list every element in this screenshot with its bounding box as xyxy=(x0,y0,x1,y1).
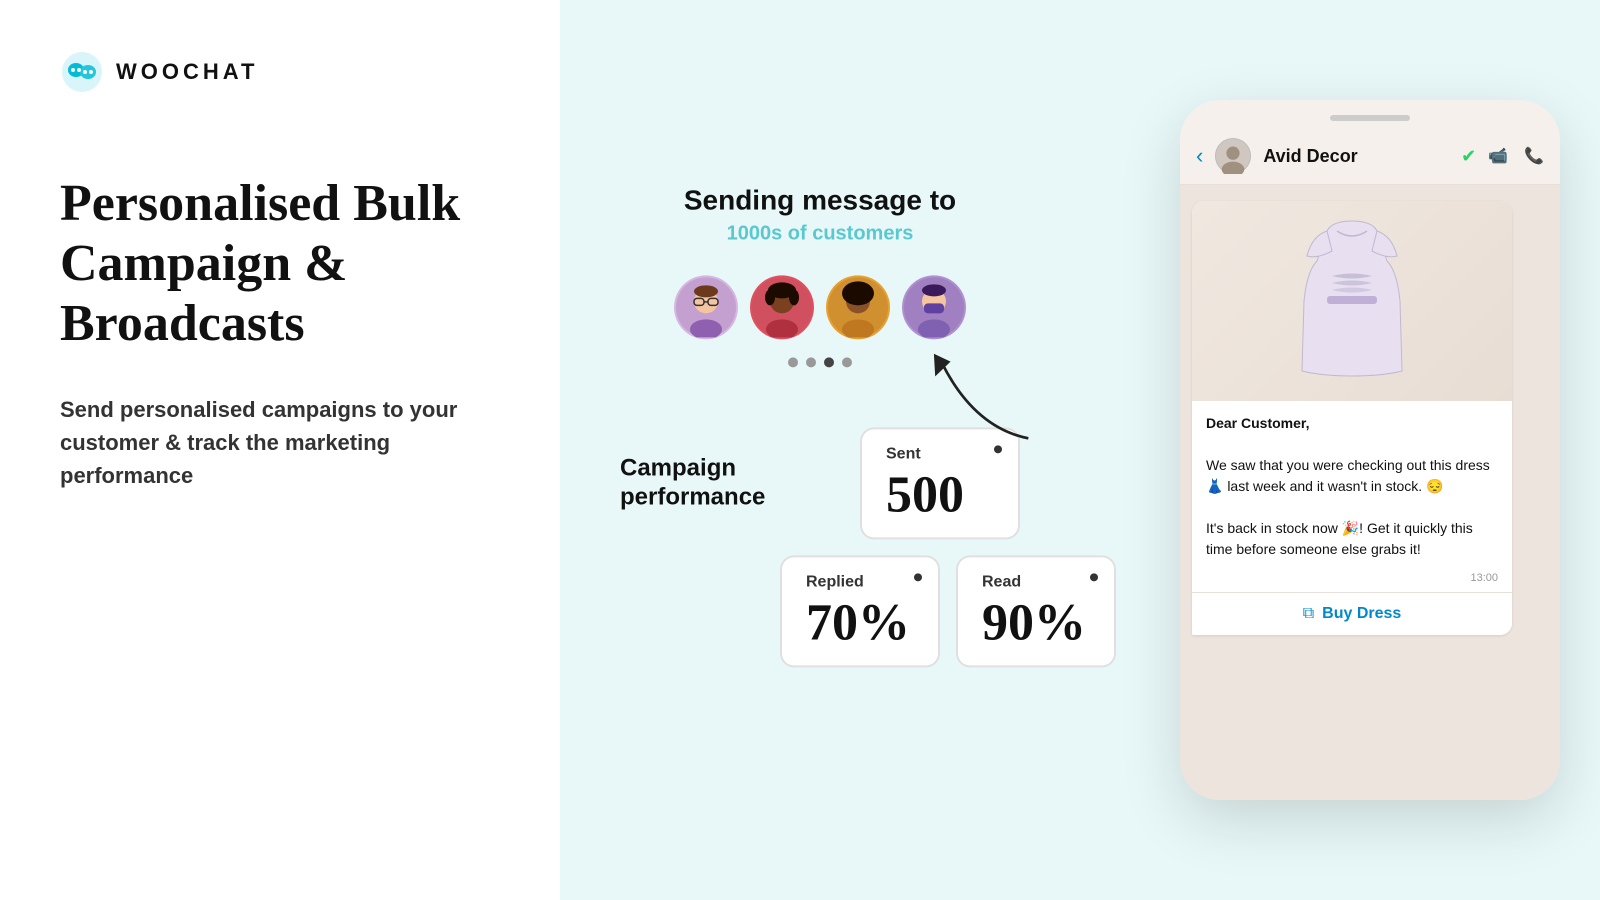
wa-buy-btn-area[interactable]: ⧉ Buy Dress xyxy=(1192,592,1512,635)
right-panel: Sending message to 1000s of customers xyxy=(560,0,1600,900)
wa-call-icon[interactable]: 📞 xyxy=(1524,146,1544,166)
stat-card-replied: Replied 70% xyxy=(780,555,940,667)
wa-video-icon[interactable]: 📹 xyxy=(1488,146,1508,166)
stat-label-replied: Replied xyxy=(806,573,914,591)
buy-btn-label[interactable]: Buy Dress xyxy=(1322,605,1401,623)
dress-svg xyxy=(1282,211,1422,391)
notch-pill xyxy=(1330,115,1410,121)
avatar-3 xyxy=(826,275,890,339)
dot-2 xyxy=(806,357,816,367)
message-bubble: Dear Customer, We saw that you were chec… xyxy=(1192,201,1512,635)
wa-header: ‹ Avid Decor ✔ 📹 📞 xyxy=(1180,128,1560,185)
avatar-1 xyxy=(674,275,738,339)
stat-value-sent: 500 xyxy=(886,469,994,521)
wa-messages: Dear Customer, We saw that you were chec… xyxy=(1180,185,1560,800)
stat-label-read: Read xyxy=(982,573,1090,591)
message-text: Dear Customer, We saw that you were chec… xyxy=(1192,401,1512,572)
dot-4 xyxy=(842,357,852,367)
stat-dot-replied xyxy=(914,573,922,581)
wa-contact-name: Avid Decor xyxy=(1263,146,1449,167)
avatars-row xyxy=(620,275,1020,339)
stat-card-read: Read 90% xyxy=(956,555,1116,667)
buy-link-icon: ⧉ xyxy=(1303,605,1314,623)
phone-mockup: ‹ Avid Decor ✔ 📹 📞 xyxy=(1180,100,1560,800)
logo-text: WOOCHAT xyxy=(116,59,258,85)
message-greeting: Dear Customer, xyxy=(1206,415,1309,431)
wa-verified-icon: ✔ xyxy=(1461,146,1476,167)
woochat-logo-icon xyxy=(60,50,104,94)
dot-3 xyxy=(824,357,834,367)
sending-subtitle: 1000s of customers xyxy=(620,222,1020,245)
stat-dot-read xyxy=(1090,573,1098,581)
wa-avatar xyxy=(1215,138,1251,174)
campaign-performance-label: Campaign performance xyxy=(620,455,840,513)
message-time: 13:00 xyxy=(1192,572,1512,592)
main-heading: Personalised Bulk Campaign & Broadcasts xyxy=(60,174,500,353)
left-panel: WOOCHAT Personalised Bulk Campaign & Bro… xyxy=(0,0,560,900)
wa-back-icon[interactable]: ‹ xyxy=(1196,143,1203,169)
avatar-2 xyxy=(750,275,814,339)
message-body-2: It's back in stock now 🎉! Get it quickly… xyxy=(1206,520,1473,557)
wa-header-icons: 📹 📞 xyxy=(1488,146,1544,166)
sending-title: Sending message to xyxy=(620,184,1020,216)
sub-text: Send personalised campaigns to your cust… xyxy=(60,393,500,492)
phone-notch xyxy=(1180,100,1560,128)
message-image xyxy=(1192,201,1512,401)
dot-1 xyxy=(788,357,798,367)
message-body-1: We saw that you were checking out this d… xyxy=(1206,457,1490,494)
arrow-svg xyxy=(920,340,1050,450)
stats-bottom-row: Replied 70% Read 90% xyxy=(780,555,1020,667)
logo-area: WOOCHAT xyxy=(60,50,500,94)
stat-value-read: 90% xyxy=(982,597,1090,649)
stat-value-replied: 70% xyxy=(806,597,914,649)
avatar-4 xyxy=(902,275,966,339)
stats-area: Campaign performance Sent 500 Replied 70… xyxy=(620,427,1020,667)
